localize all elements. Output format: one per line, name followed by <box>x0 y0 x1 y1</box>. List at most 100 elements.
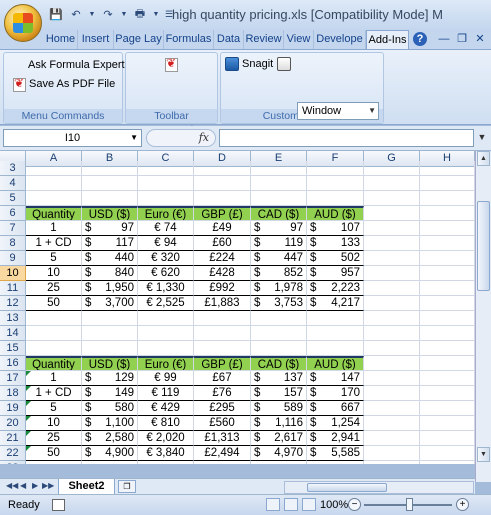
cell[interactable] <box>420 356 475 371</box>
save-as-pdf-button[interactable]: Save As PDF File <box>12 76 115 92</box>
tab-formulas[interactable]: Formulas <box>164 30 214 49</box>
cell[interactable] <box>26 326 82 341</box>
cell[interactable] <box>82 191 138 206</box>
tab-developer[interactable]: Develope <box>314 30 366 49</box>
eur-cell[interactable]: € 320 <box>138 251 194 266</box>
cell[interactable] <box>307 341 364 356</box>
snagit-capture-icon[interactable] <box>277 57 291 71</box>
row-header-6[interactable]: 6 <box>0 206 26 221</box>
aud-cell[interactable]: $1,254 <box>307 416 364 431</box>
row-header-16[interactable]: 16 <box>0 356 26 371</box>
aud-cell[interactable]: $133 <box>307 236 364 251</box>
quantity-cell[interactable]: 5 <box>26 251 82 266</box>
cell[interactable] <box>138 311 194 326</box>
eur-cell[interactable]: € 3,840 <box>138 446 194 461</box>
cell[interactable] <box>194 311 251 326</box>
cell[interactable] <box>194 461 251 464</box>
row-header-19[interactable]: 19 <box>0 401 26 416</box>
cell[interactable] <box>138 341 194 356</box>
table-header-cell[interactable]: Euro (€) <box>138 206 194 221</box>
quantity-cell[interactable]: 1 <box>26 221 82 236</box>
cad-cell[interactable]: $157 <box>251 386 307 401</box>
cell[interactable] <box>251 326 307 341</box>
usd-cell[interactable]: $440 <box>82 251 138 266</box>
cell[interactable] <box>364 416 420 431</box>
row-header-23[interactable]: 23 <box>0 461 26 464</box>
cell[interactable] <box>251 341 307 356</box>
row-header-10[interactable]: 10 <box>0 266 26 281</box>
redo-icon[interactable]: ↷ <box>100 6 116 22</box>
aud-cell[interactable]: $5,585 <box>307 446 364 461</box>
cell[interactable] <box>420 251 475 266</box>
prev-sheet-icon[interactable]: ◀ <box>20 481 26 490</box>
usd-cell[interactable]: $3,700 <box>82 296 138 311</box>
cell[interactable] <box>364 431 420 446</box>
usd-cell[interactable]: $840 <box>82 266 138 281</box>
tab-review[interactable]: Review <box>244 30 284 49</box>
cell[interactable] <box>420 296 475 311</box>
cell[interactable] <box>26 461 82 464</box>
cell[interactable] <box>420 461 475 464</box>
restore-icon[interactable]: ❐ <box>454 30 470 49</box>
insert-function-button[interactable]: fx <box>146 129 216 147</box>
cell[interactable] <box>364 311 420 326</box>
cell[interactable] <box>420 176 475 191</box>
cell[interactable] <box>26 161 82 176</box>
eur-cell[interactable]: € 119 <box>138 386 194 401</box>
usd-cell[interactable]: $117 <box>82 236 138 251</box>
close-icon[interactable]: ✕ <box>472 30 488 49</box>
cell[interactable] <box>138 461 194 464</box>
cad-cell[interactable]: $1,116 <box>251 416 307 431</box>
table-header-cell[interactable]: Euro (€) <box>138 356 194 371</box>
page-break-view-icon[interactable] <box>302 498 316 511</box>
horizontal-scroll-thumb[interactable] <box>307 483 387 492</box>
cell[interactable] <box>307 311 364 326</box>
cell[interactable] <box>420 161 475 176</box>
cell[interactable] <box>364 356 420 371</box>
row-header-12[interactable]: 12 <box>0 296 26 311</box>
cell[interactable] <box>194 176 251 191</box>
cell[interactable] <box>420 371 475 386</box>
cell[interactable] <box>26 311 82 326</box>
zoom-in-icon[interactable]: + <box>456 498 469 511</box>
tab-add-ins[interactable]: Add-Ins <box>366 30 409 50</box>
cell[interactable] <box>420 266 475 281</box>
cell[interactable] <box>138 191 194 206</box>
cell[interactable] <box>420 311 475 326</box>
print-dropdown-icon[interactable]: ▼ <box>152 6 160 22</box>
last-sheet-icon[interactable]: ▶▶ <box>42 481 54 490</box>
table-header-cell[interactable]: AUD ($) <box>307 356 364 371</box>
cell[interactable] <box>251 176 307 191</box>
window-select[interactable]: Window ▼ <box>297 102 379 120</box>
cad-cell[interactable]: $137 <box>251 371 307 386</box>
cell[interactable] <box>420 446 475 461</box>
scroll-up-icon[interactable]: ▲ <box>477 151 490 166</box>
cell[interactable] <box>364 266 420 281</box>
vertical-scrollbar[interactable]: ▲ ▼ <box>475 151 491 482</box>
tab-insert[interactable]: Insert <box>78 30 114 49</box>
quantity-cell[interactable]: 1 <box>26 371 82 386</box>
gbp-cell[interactable]: £224 <box>194 251 251 266</box>
gbp-cell[interactable]: £49 <box>194 221 251 236</box>
cell[interactable] <box>364 461 420 464</box>
name-box[interactable]: I10 ▼ <box>3 129 142 147</box>
usd-cell[interactable]: $2,580 <box>82 431 138 446</box>
office-button[interactable] <box>4 4 42 42</box>
cad-cell[interactable]: $119 <box>251 236 307 251</box>
cell[interactable] <box>26 191 82 206</box>
gbp-cell[interactable]: £560 <box>194 416 251 431</box>
row-header-22[interactable]: 22 <box>0 446 26 461</box>
cell[interactable] <box>364 191 420 206</box>
cell[interactable] <box>251 191 307 206</box>
cad-cell[interactable]: $447 <box>251 251 307 266</box>
expand-formula-bar-icon[interactable]: ▼ <box>476 129 488 147</box>
cell[interactable] <box>307 326 364 341</box>
eur-cell[interactable]: € 74 <box>138 221 194 236</box>
cell[interactable] <box>307 461 364 464</box>
cell[interactable] <box>82 161 138 176</box>
cad-cell[interactable]: $97 <box>251 221 307 236</box>
usd-cell[interactable]: $129 <box>82 371 138 386</box>
cell[interactable] <box>82 461 138 464</box>
cell[interactable] <box>307 191 364 206</box>
cell[interactable] <box>194 161 251 176</box>
